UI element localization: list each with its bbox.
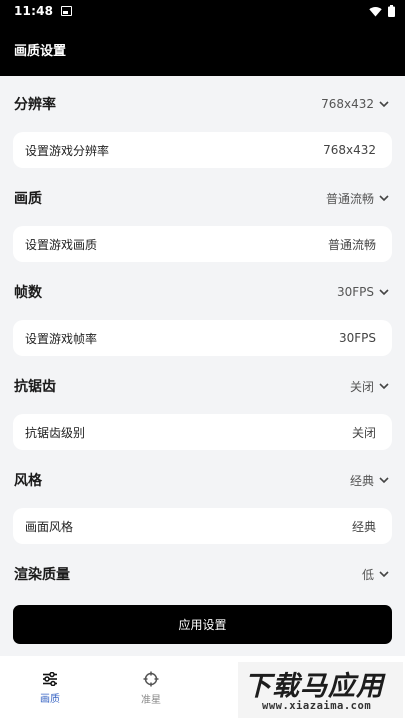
style-card-label: 画面风格 (25, 519, 74, 534)
battery-icon (388, 5, 395, 17)
quality-card-value: 普通流畅 (327, 237, 376, 252)
status-bar: 11:48 (0, 0, 405, 22)
resolution-card-value: 768x432 (323, 143, 376, 157)
wifi-icon (369, 6, 382, 16)
watermark-main-text: 下载马应用 (244, 671, 384, 702)
quality-card-label: 设置游戏画质 (25, 237, 98, 252)
chevron-down-icon (379, 101, 389, 108)
antialiasing-selected: 关闭 (350, 378, 391, 395)
render-quality-dropdown[interactable]: 渲染质量 低 (0, 554, 405, 594)
antialiasing-title: 抗锯齿 (14, 379, 56, 395)
antialiasing-card-label: 抗锯齿级别 (25, 425, 86, 440)
antialiasing-card-value: 关闭 (351, 425, 376, 440)
style-card-value: 经典 (351, 519, 376, 534)
fps-title: 帧数 (14, 285, 42, 301)
page-title: 画质设置 (14, 43, 67, 59)
apply-settings-button[interactable]: 应用设置 (13, 605, 392, 644)
watermark-url-text: www.xiazaima.com (262, 700, 372, 712)
chevron-down-icon (379, 195, 389, 202)
resolution-title: 分辨率 (14, 97, 56, 113)
settings-content: 分辨率 768x432 设置游戏分辨率 768x432 画质 普通流畅 设置游戏… (0, 76, 405, 656)
nav-item-quality[interactable]: 画质 (0, 656, 100, 720)
image-notification-icon (61, 6, 73, 16)
antialiasing-dropdown[interactable]: 抗锯齿 关闭 (0, 366, 405, 406)
style-selected: 经典 (350, 472, 391, 489)
status-icons (369, 5, 395, 17)
sliders-icon (43, 671, 57, 686)
crosshair-icon (143, 671, 159, 686)
fps-card-label: 设置游戏帧率 (25, 331, 98, 346)
style-title: 风格 (14, 473, 42, 489)
quality-card[interactable]: 设置游戏画质 普通流畅 (13, 226, 392, 262)
status-time: 11:48 (14, 4, 54, 18)
quality-dropdown[interactable]: 画质 普通流畅 (0, 178, 405, 218)
antialiasing-card[interactable]: 抗锯齿级别 关闭 (13, 414, 392, 450)
nav-label-quality: 画质 (40, 693, 60, 705)
app-bar: 画质设置 (0, 22, 405, 76)
resolution-dropdown[interactable]: 分辨率 768x432 (0, 84, 405, 124)
nav-label-crosshair: 准星 (141, 694, 161, 706)
resolution-card-label: 设置游戏分辨率 (25, 143, 110, 158)
chevron-down-icon (379, 383, 389, 390)
nav-item-crosshair[interactable]: 准星 (101, 656, 201, 720)
fps-dropdown[interactable]: 帧数 30FPS (0, 272, 405, 312)
style-dropdown[interactable]: 风格 经典 (0, 460, 405, 500)
chevron-down-icon (379, 477, 389, 484)
chevron-down-icon (379, 571, 389, 578)
quality-selected: 普通流畅 (326, 190, 391, 207)
fps-selected: 30FPS (337, 285, 391, 299)
quality-title: 画质 (14, 191, 42, 207)
watermark-logo: 下载马应用 www.xiazaima.com (238, 662, 403, 718)
fps-card-value: 30FPS (338, 331, 376, 345)
resolution-card[interactable]: 设置游戏分辨率 768x432 (13, 132, 392, 168)
style-card[interactable]: 画面风格 经典 (13, 508, 392, 544)
fps-card[interactable]: 设置游戏帧率 30FPS (13, 320, 392, 356)
render-quality-selected: 低 (362, 566, 391, 583)
render-quality-title: 渲染质量 (14, 567, 70, 583)
resolution-selected: 768x432 (321, 97, 391, 111)
chevron-down-icon (379, 289, 389, 296)
